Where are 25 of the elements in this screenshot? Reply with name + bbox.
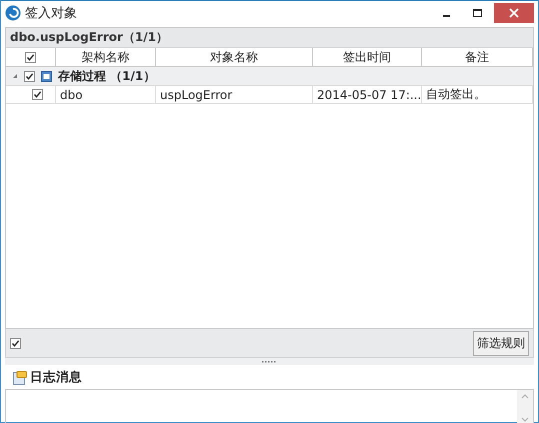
panel-title: dbo.uspLogError（1/1）	[6, 28, 533, 48]
log-title: 日志消息	[30, 369, 82, 386]
close-button[interactable]	[494, 3, 534, 23]
procedure-icon	[41, 70, 52, 82]
table-cell: dbo	[56, 86, 156, 104]
app-logo-icon	[5, 5, 21, 21]
table-cell: 2014-05-07 17:...	[313, 86, 422, 104]
group-label: 存储过程 （1/1）	[58, 68, 156, 84]
table-cell: 自动签出。	[422, 86, 533, 104]
select-all-checkbox[interactable]	[25, 52, 36, 62]
message-icon	[13, 370, 27, 384]
column-header[interactable]: 备注	[422, 48, 533, 67]
column-header[interactable]: 签出时间	[313, 48, 422, 67]
window-title: 签入对象	[25, 5, 78, 22]
footer-checkbox[interactable]	[10, 338, 21, 348]
splitter-handle-icon[interactable]	[262, 360, 277, 362]
group-checkbox[interactable]	[24, 70, 35, 82]
column-header[interactable]: 对象名称	[156, 48, 313, 67]
close-icon	[509, 8, 519, 18]
column-header[interactable]: 架构名称	[56, 48, 156, 67]
table-cell: uspLogError	[156, 86, 313, 104]
row-checkbox[interactable]	[32, 89, 43, 100]
collapse-arrow-icon[interactable]	[12, 73, 18, 79]
maximize-icon	[472, 9, 482, 17]
filter-rules-button[interactable]: 筛选规则	[473, 330, 529, 356]
